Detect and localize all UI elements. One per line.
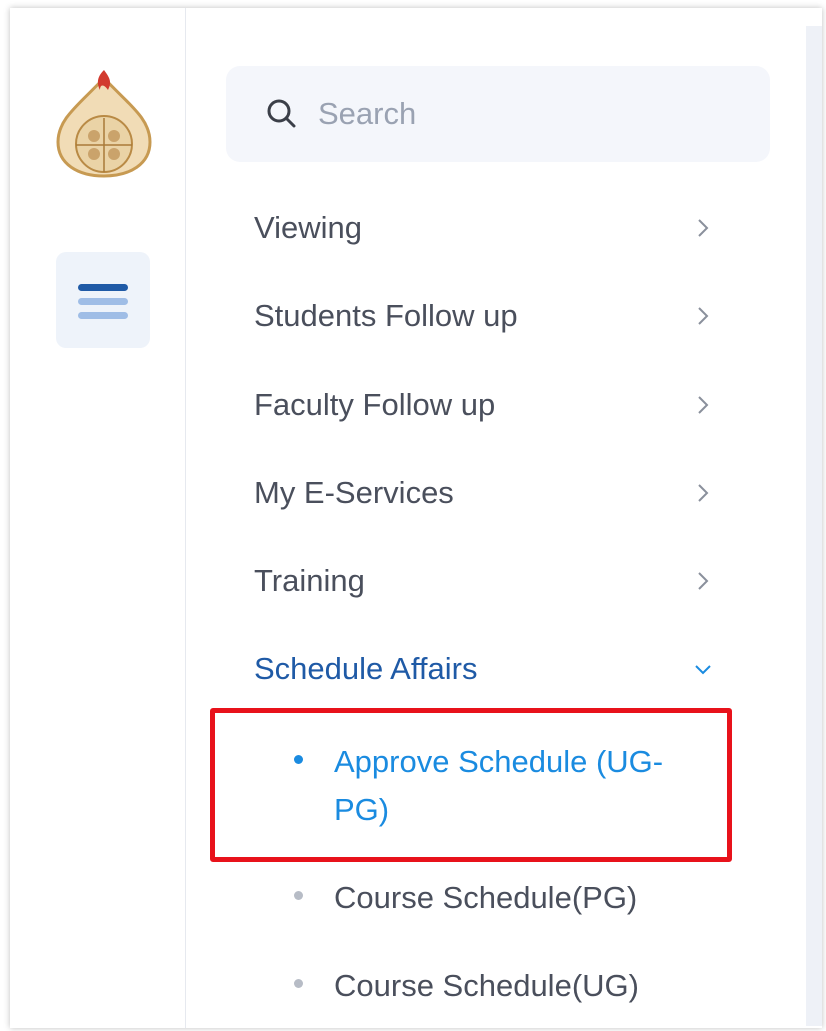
chevron-right-icon (698, 396, 709, 414)
sub-item-course-schedule-pg[interactable]: Course Schedule(PG) (294, 874, 714, 922)
university-logo (56, 70, 152, 178)
sub-item-course-schedule-ug[interactable]: Course Schedule(UG) (294, 962, 714, 1010)
nav-item-students-follow-up[interactable]: Students Follow up (254, 286, 714, 346)
search-icon (267, 99, 296, 128)
bullet-dot (294, 891, 303, 900)
bullet-dot (294, 979, 303, 988)
chevron-right-icon (698, 307, 709, 325)
nav-item-faculty-follow-up[interactable]: Faculty Follow up (254, 375, 714, 435)
nav-item-viewing[interactable]: Viewing (254, 198, 714, 258)
nav-item-training[interactable]: Training (254, 551, 714, 611)
nav-item-label: Schedule Affairs (254, 651, 478, 686)
sub-item-label: Course Schedule(UG) (334, 968, 639, 1003)
nav-item-label: Viewing (254, 210, 363, 245)
navigation-panel: Viewing Students Follow up Faculty Follo… (186, 8, 806, 1028)
nav-item-schedule-affairs[interactable]: Schedule Affairs (254, 639, 714, 699)
nav-item-label: My E-Services (254, 475, 454, 510)
side-rail (10, 8, 186, 1028)
chevron-right-icon (698, 484, 709, 502)
menu-bar-bottom (78, 312, 128, 319)
chevron-right-icon (698, 219, 709, 237)
chevron-down-icon (695, 665, 711, 675)
content-edge (806, 26, 822, 1026)
search-input[interactable] (318, 96, 770, 132)
nav-item-my-e-services[interactable]: My E-Services (254, 463, 714, 523)
nav-item-label: Students Follow up (254, 298, 518, 333)
sub-item-label: Course Schedule(PG) (334, 880, 638, 915)
menu-bar-middle (78, 298, 128, 305)
nav-item-label: Training (254, 563, 365, 598)
menu-bar-top (78, 284, 128, 291)
search-box[interactable] (226, 66, 770, 162)
nav-item-label: Faculty Follow up (254, 387, 496, 422)
chevron-right-icon (698, 572, 709, 590)
app-window: Viewing Students Follow up Faculty Follo… (10, 8, 822, 1028)
menu-toggle-button[interactable] (56, 252, 150, 348)
highlight-box (210, 708, 732, 862)
